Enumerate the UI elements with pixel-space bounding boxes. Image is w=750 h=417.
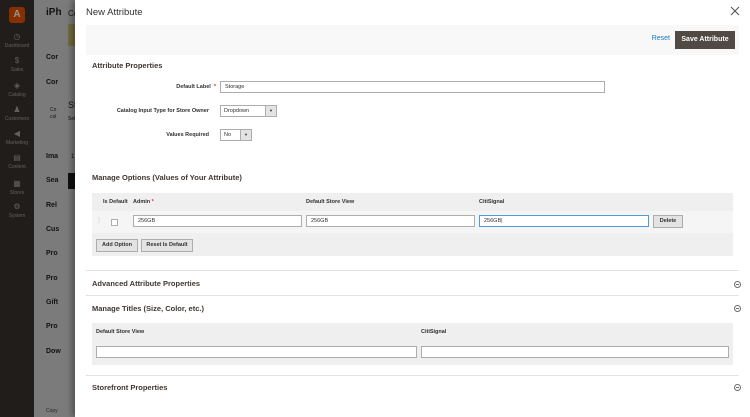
values-required-select[interactable]: No ▼ — [220, 129, 252, 141]
is-default-checkbox[interactable] — [111, 219, 118, 226]
delete-option-button[interactable]: Delete — [653, 215, 683, 228]
action-bar: Reset Save Attribute — [86, 25, 739, 55]
default-label-input[interactable]: Storage — [220, 81, 605, 93]
section-divider — [86, 270, 739, 271]
close-button[interactable] — [729, 5, 741, 17]
default-store-view-option-value: 256GB — [311, 218, 329, 224]
attribute-properties-title: Attribute Properties — [92, 61, 163, 70]
default-label-value: Storage — [225, 84, 245, 90]
citisignal-option-input[interactable]: 256GB| — [479, 215, 649, 227]
manage-titles-toggle[interactable]: Manage Titles (Size, Color, etc.) — [92, 304, 204, 313]
citisignal-option-value: 256GB — [484, 218, 502, 224]
manage-options-title: Manage Options (Values of Your Attribute… — [92, 173, 242, 182]
options-table: Is Default Admin * Default Store View Ci… — [92, 193, 733, 256]
table-row: ⋮ 256GB 256GB 256GB| Delete — [92, 211, 733, 233]
admin-header: Admin * — [133, 199, 154, 205]
input-type-select[interactable]: Dropdown ▼ — [220, 105, 277, 117]
storefront-properties-toggle[interactable]: Storefront Properties — [92, 383, 167, 392]
collapse-circle-icon[interactable] — [734, 384, 741, 391]
values-required-value: No — [224, 132, 232, 138]
titles-default-store-view-header: Default Store View — [96, 329, 145, 335]
titles-table: Default Store View CitiSignal — [92, 323, 733, 365]
chevron-down-icon: ▼ — [240, 130, 251, 140]
default-store-view-header: Default Store View — [306, 199, 355, 205]
collapse-circle-icon[interactable] — [734, 281, 741, 288]
collapse-circle-icon[interactable] — [734, 305, 741, 312]
advanced-attribute-properties-toggle[interactable]: Advanced Attribute Properties — [92, 279, 200, 288]
add-option-button[interactable]: Add Option — [96, 239, 138, 252]
admin-option-input[interactable]: 256GB — [133, 215, 302, 227]
admin-header-text: Admin — [133, 199, 151, 205]
is-default-header: Is Default — [103, 199, 128, 205]
admin-option-value: 256GB — [138, 218, 156, 224]
default-label-label-text: Default Label — [176, 84, 211, 90]
required-marker: * — [212, 84, 216, 90]
required-marker: * — [150, 199, 154, 205]
drag-handle-icon[interactable]: ⋮ — [96, 217, 102, 225]
chevron-down-icon: ▼ — [265, 106, 276, 116]
text-cursor: | — [501, 218, 503, 224]
input-type-label: Catalog Input Type for Store Owner — [116, 108, 209, 114]
titles-citisignal-input[interactable] — [421, 346, 729, 358]
default-store-view-option-input[interactable]: 256GB — [306, 215, 475, 227]
titles-citisignal-header: CitiSignal — [421, 329, 447, 335]
modal-title: New Attribute — [86, 7, 143, 18]
titles-default-store-view-input[interactable] — [96, 346, 417, 358]
new-attribute-modal: New Attribute Reset Save Attribute Attri… — [75, 0, 750, 417]
section-divider — [86, 375, 739, 376]
save-attribute-button[interactable]: Save Attribute — [675, 31, 735, 49]
default-label-label: Default Label * — [176, 84, 216, 90]
reset-button[interactable]: Reset — [652, 35, 670, 42]
input-type-value: Dropdown — [224, 108, 250, 114]
reset-is-default-button[interactable]: Reset Is Default — [141, 239, 193, 252]
values-required-label: Values Required — [166, 132, 209, 138]
section-divider — [86, 295, 739, 296]
close-icon — [730, 6, 740, 16]
citisignal-header: CitiSignal — [479, 199, 505, 205]
